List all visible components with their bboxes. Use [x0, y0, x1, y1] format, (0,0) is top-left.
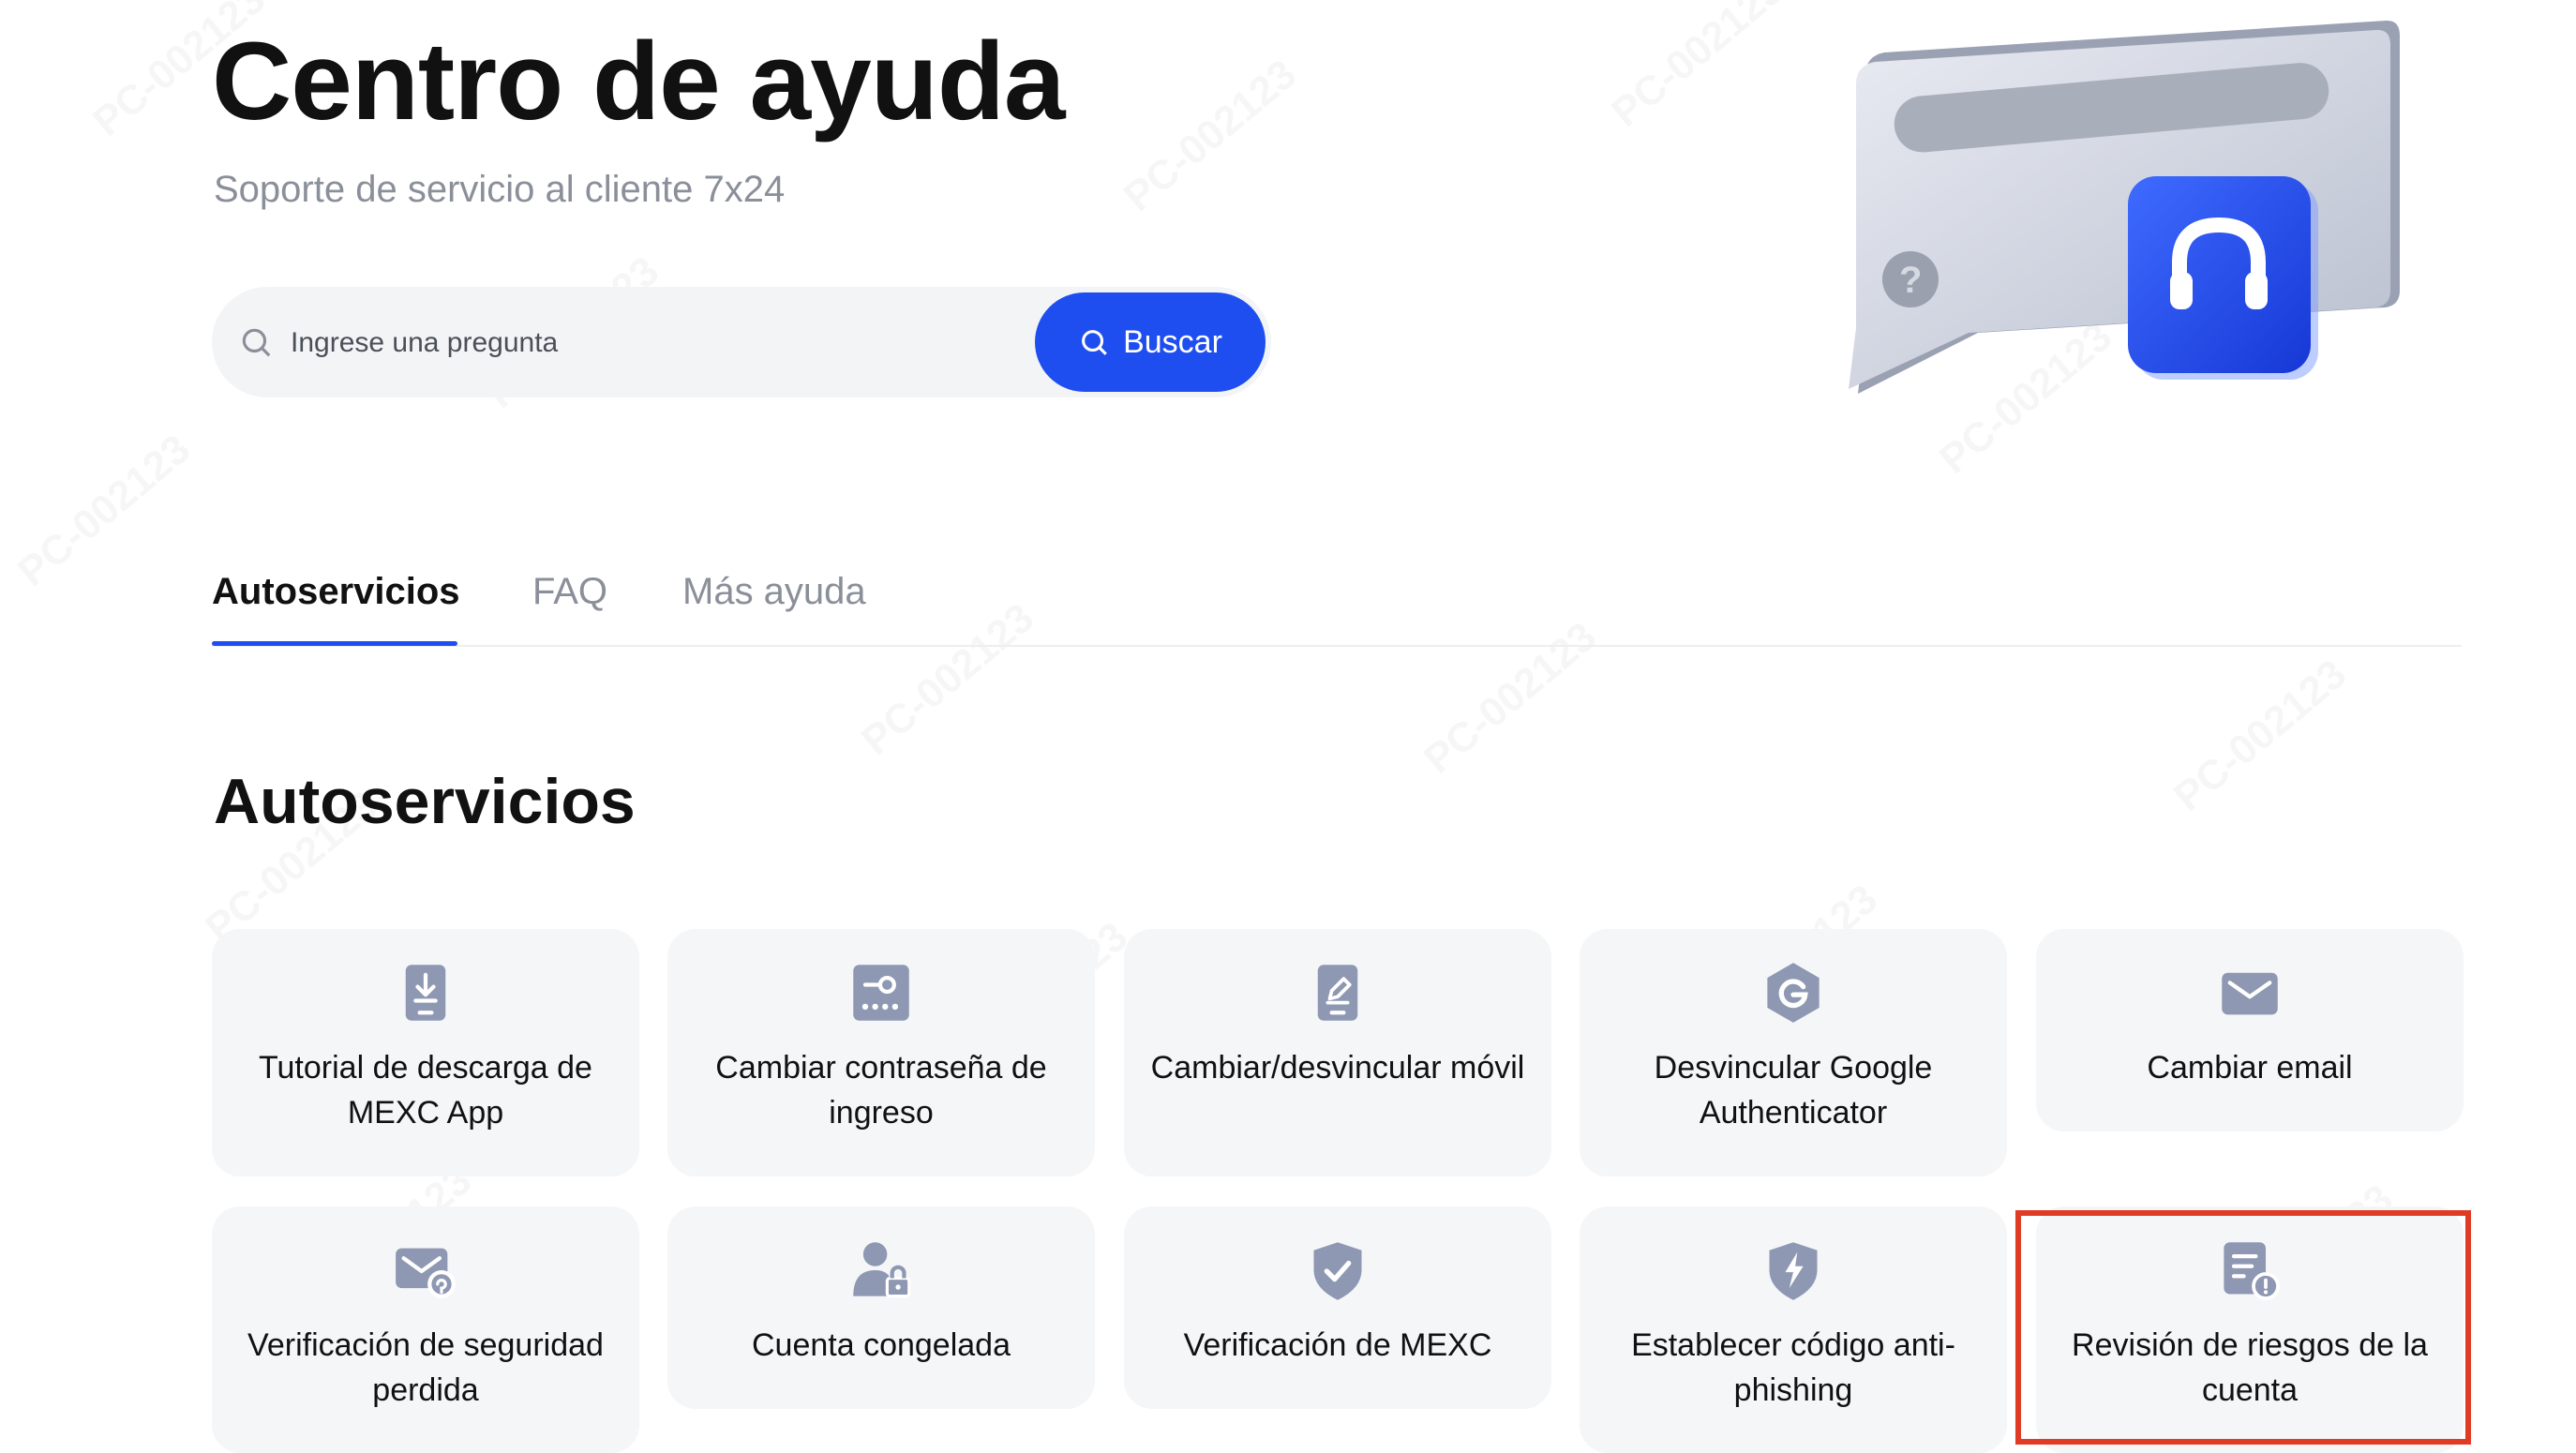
tab-autoservicios[interactable]: Autoservicios: [212, 559, 460, 624]
page-title: Centro de ayuda: [212, 20, 1066, 143]
mail-security-icon: [396, 1248, 456, 1298]
page-subtitle: Soporte de servicio al cliente 7x24: [214, 169, 786, 210]
card-lost-security-verification[interactable]: Verificación de seguridad perdida: [212, 1206, 639, 1453]
search-icon: [242, 328, 271, 357]
password-icon: [853, 965, 909, 1021]
search-input[interactable]: [289, 309, 1155, 377]
google-icon: [1767, 963, 1820, 1023]
card-label: Cambiar/desvincular móvil: [1150, 1050, 1525, 1086]
card-label: Cambiar email: [2147, 1050, 2353, 1086]
card-change-email[interactable]: Cambiar email: [2036, 929, 2464, 1131]
card-change-mobile[interactable]: Cambiar/desvincular móvil: [1124, 929, 1551, 1176]
card-label: Verificación de seguridad perdida: [247, 1327, 604, 1408]
watermark-text: PC-002123: [2165, 651, 2356, 820]
card-label: Desvincular Google Authenticator: [1654, 1050, 1933, 1131]
support-illustration: ?: [1849, 20, 2400, 394]
card-mexc-verification[interactable]: Verificación de MEXC: [1124, 1206, 1551, 1409]
card-label: Verificación de MEXC: [1183, 1327, 1492, 1363]
card-label: Cuenta congelada: [751, 1327, 1011, 1363]
card-label: Revisión de riesgos de la cuenta: [2072, 1327, 2428, 1408]
search-button[interactable]: Buscar: [1035, 292, 1266, 392]
shield-check-icon: [1313, 1242, 1362, 1300]
watermark-text: PC-002123: [1116, 51, 1306, 220]
card-change-password[interactable]: Cambiar contraseña de ingreso: [667, 929, 1095, 1176]
user-lock-icon: [853, 1242, 911, 1298]
card-account-risk-review[interactable]: Revisión de riesgos de la cuenta: [2036, 1206, 2464, 1453]
tab-mas-ayuda[interactable]: Más ayuda: [682, 559, 866, 624]
card-download-app[interactable]: Tutorial de descarga de MEXC App: [212, 929, 639, 1176]
card-label: Cambiar contraseña de ingreso: [715, 1050, 1047, 1131]
card-frozen-account[interactable]: Cuenta congelada: [667, 1206, 1095, 1409]
watermark-text: PC-002123: [9, 426, 200, 595]
card-anti-phishing-code[interactable]: Establecer código anti-phishing: [1580, 1206, 2007, 1453]
search-bar: Buscar: [212, 287, 1271, 397]
search-icon: [1082, 330, 1107, 355]
watermark-text: PC-002123: [1603, 0, 1793, 137]
card-label: Establecer código anti-phishing: [1631, 1327, 1955, 1408]
tab-bar: Autoservicios FAQ Más ayuda: [212, 559, 2462, 647]
tab-faq[interactable]: FAQ: [532, 559, 607, 624]
download-icon: [405, 965, 446, 1021]
card-unlink-google-auth[interactable]: Desvincular Google Authenticator: [1580, 929, 2007, 1176]
card-label: Tutorial de descarga de MEXC App: [259, 1050, 592, 1131]
section-title: Autoservicios: [214, 766, 636, 837]
phone-edit-icon: [1317, 965, 1358, 1021]
shield-bolt-icon: [1769, 1242, 1818, 1300]
document-alert-icon: [2224, 1242, 2280, 1300]
email-icon: [2222, 972, 2278, 1015]
svg-text:?: ?: [1899, 260, 1922, 301]
search-button-label: Buscar: [1123, 323, 1222, 360]
active-tab-indicator: [212, 641, 457, 646]
